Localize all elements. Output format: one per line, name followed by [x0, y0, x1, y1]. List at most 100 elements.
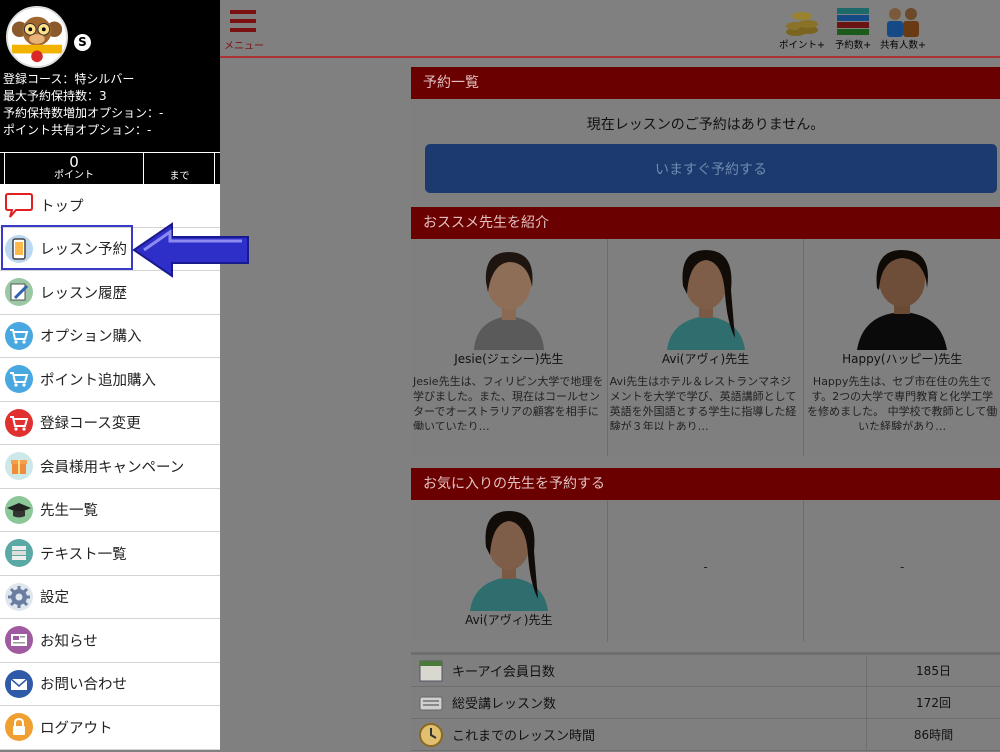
teacher-name: Avi(アヴィ)先生: [661, 352, 750, 366]
favorites-header: お気に入りの先生を予約する: [411, 468, 1000, 500]
sidebar-item-label: 設定: [40, 590, 69, 607]
member-stats-table: キーアイ会員日数 185日 総受講レッスン数 172回 これまでのレッスン時間 …: [411, 652, 1000, 751]
until-label: まで: [169, 171, 190, 182]
sidebar-item-news[interactable]: お知らせ: [0, 619, 220, 663]
points-cell: 0 ポイント: [4, 153, 144, 185]
coins-icon: [786, 12, 818, 36]
sidebar-item-label: 登録コース変更: [40, 416, 141, 433]
sidebar-item-settings[interactable]: 設定: [0, 575, 220, 619]
sidebar-item-label: お問い合わせ: [40, 677, 127, 694]
sidebar-item-point-purchase[interactable]: ポイント追加購入: [0, 358, 220, 402]
speech-bubble-icon: [4, 190, 34, 220]
sidebar-item-label: 会員様用キャンペーン: [40, 459, 185, 476]
teacher-card[interactable]: Happy(ハッピー)先生 Happy先生は、セブ市在住の先生です。2つの大学で…: [804, 239, 1000, 456]
stat-value: 172回: [866, 686, 1000, 719]
notebook-pencil-icon: [4, 277, 34, 307]
points-value: 0: [69, 153, 79, 171]
sidebar-item-label: テキスト一覧: [40, 546, 127, 563]
points-label: ポイント: [54, 170, 94, 181]
sidebar-item-label: お知らせ: [40, 633, 98, 650]
reservations-add-label: 予約数+: [834, 40, 872, 51]
teacher-card[interactable]: Avi(アヴィ)先生 Avi先生はホテル＆レストランマネジメントを大学で学び、英…: [608, 239, 805, 456]
cart-icon: [4, 408, 34, 438]
silver-badge: S: [74, 34, 91, 51]
book-now-button[interactable]: いますぐ予約する: [425, 144, 997, 193]
gift-icon: [4, 451, 34, 481]
sidebar-item-label: トップ: [40, 198, 84, 215]
booking-panel: 予約一覧 現在レッスンのご予約はありません。 いますぐ予約する: [411, 67, 1000, 207]
hamburger-icon: [230, 10, 256, 32]
stat-row: 総受講レッスン数 172回: [411, 686, 1000, 719]
stat-row: キーアイ会員日数 185日: [411, 654, 1000, 687]
gear-icon: [4, 582, 34, 612]
favorite-empty-slot: -: [804, 500, 1000, 642]
empty-slot-dash: -: [703, 560, 708, 574]
stat-value: 185日: [866, 654, 1000, 687]
favorite-teacher-card[interactable]: Avi(アヴィ)先生: [411, 500, 608, 642]
sidebar-item-logout[interactable]: ログアウト: [0, 706, 220, 750]
points-add-button[interactable]: ポイント+: [776, 4, 828, 51]
favorite-empty-slot: -: [608, 500, 805, 642]
books-stack-icon: [837, 8, 869, 35]
teacher-photo: [650, 242, 761, 350]
max-reservations-line: 最大予約保持数：3: [3, 89, 107, 103]
point-share-option-line: ポイント共有オプション：-: [3, 123, 152, 137]
newspaper-icon: [4, 625, 34, 655]
sidebar: S 登録コース：特シルバー 最大予約保持数：3 予約保持数増加オプション：- ポ…: [0, 0, 220, 750]
sidebar-item-contact[interactable]: お問い合わせ: [0, 662, 220, 706]
cart-icon: [4, 321, 34, 351]
no-booking-message: 現在レッスンのご予約はありません。: [586, 117, 825, 133]
teacher-name: Happy(ハッピー)先生: [842, 352, 963, 366]
stat-label: これまでのレッスン時間: [452, 729, 596, 744]
menu-button[interactable]: メニュー: [224, 6, 268, 52]
teacher-photo: [847, 242, 958, 350]
stat-label: キーアイ会員日数: [452, 665, 555, 680]
sidebar-item-label: オプション購入: [40, 329, 142, 346]
reservations-add-button[interactable]: 予約数+: [830, 4, 876, 51]
sidebar-item-top[interactable]: トップ: [0, 184, 220, 228]
teacher-description: Jesie先生は、フィリピン大学で地理を学びました。また、現在はコールセンターで…: [413, 375, 604, 430]
top-bar: メニュー ポイント+ 予約数+ 共有人数+: [220, 0, 1000, 58]
sidebar-item-teacher-list[interactable]: 先生一覧: [0, 488, 220, 532]
sidebar-item-text-list[interactable]: テキスト一覧: [0, 532, 220, 576]
envelope-icon: [4, 669, 34, 699]
sidebar-item-label: ポイント追加購入: [40, 372, 156, 389]
shared-users-add-label: 共有人数+: [880, 40, 926, 51]
keyboard-icon: [418, 690, 444, 716]
highlight-frame: [1, 225, 133, 270]
stat-label: 総受講レッスン数: [452, 697, 557, 712]
books-icon: [4, 538, 34, 568]
cart-icon: [4, 364, 34, 394]
recommend-panel: おススメ先生を紹介 Jesie(ジェシー)先生 Jesie先生は、フィリピン大学…: [411, 207, 1000, 456]
profile-panel: S 登録コース：特シルバー 最大予約保持数：3 予約保持数増加オプション：- ポ…: [0, 0, 220, 185]
sidebar-item-option-purchase[interactable]: オプション購入: [0, 314, 220, 358]
teacher-photo: [453, 242, 564, 350]
menu-label: メニュー: [224, 41, 264, 52]
sidebar-item-course-change[interactable]: 登録コース変更: [0, 401, 220, 445]
teacher-name: Avi(アヴィ)先生: [465, 613, 553, 627]
avatar: [6, 6, 68, 68]
teacher-name: Jesie(ジェシー)先生: [454, 352, 564, 366]
teacher-card[interactable]: Jesie(ジェシー)先生 Jesie先生は、フィリピン大学で地理を学びました。…: [411, 239, 608, 456]
people-icon: [887, 8, 919, 37]
booking-header: 予約一覧: [411, 67, 1000, 99]
sidebar-item-campaign[interactable]: 会員様用キャンペーン: [0, 445, 220, 489]
empty-slot-dash: -: [900, 560, 905, 574]
teacher-description: Avi先生はホテル＆レストランマネジメントを大学で学び、英語講師として英語を外国…: [609, 375, 797, 430]
clock-icon: [418, 722, 444, 748]
sidebar-item-label: レッスン履歴: [40, 285, 127, 302]
stat-value: 86時間: [866, 718, 1000, 751]
teacher-photo: [453, 503, 564, 611]
course-line: 登録コース：特シルバー: [3, 72, 135, 86]
graduation-cap-icon: [4, 495, 34, 525]
teacher-description: Happy先生は、セブ市在住の先生です。2つの大学で専門教育と化学工学を修めまし…: [807, 375, 998, 430]
until-cell: まで: [145, 153, 215, 185]
pointer-arrow-icon: [132, 222, 249, 278]
shared-users-add-button[interactable]: 共有人数+: [876, 4, 930, 51]
favorites-panel: お気に入りの先生を予約する Avi(アヴィ)先生 - -: [411, 468, 1000, 642]
points-bar: 0 ポイント まで: [0, 152, 220, 185]
sidebar-item-label: 先生一覧: [40, 503, 98, 520]
reservation-option-line: 予約保持数増加オプション：-: [3, 106, 164, 120]
points-add-label: ポイント+: [779, 40, 825, 51]
monkey-logo-icon: [8, 8, 66, 66]
